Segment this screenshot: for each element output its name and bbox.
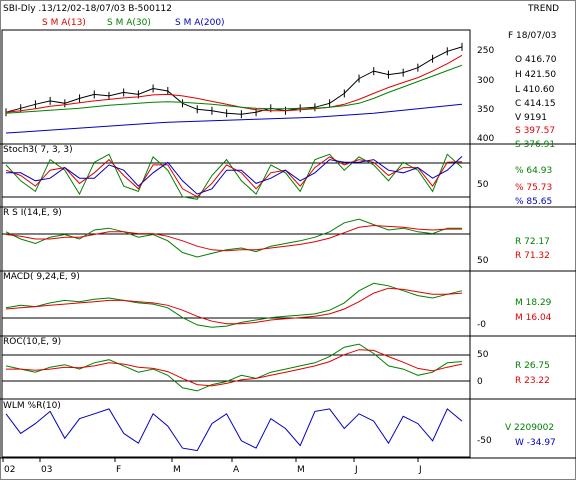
stoch-y-tick: 50 — [477, 180, 489, 190]
readout-volume: V 9191 — [515, 113, 547, 123]
wlm-value-2: W -34.97 — [515, 438, 556, 448]
outer-frame — [0, 0, 576, 480]
x-tick-label: M — [297, 465, 305, 475]
readout-close: C 414.15 — [515, 99, 556, 109]
macd-value-2: M 16.04 — [515, 313, 552, 323]
trend-label: TREND — [527, 4, 559, 14]
roc-y-tick: 0 — [477, 377, 483, 387]
rsi-value-1: R 72.17 — [515, 237, 550, 247]
stoch-title: Stoch3( 7, 3, 3) — [3, 145, 73, 155]
roc-y-tick: 50 — [477, 350, 489, 360]
x-tick-label: F — [116, 465, 121, 475]
readout-sma13: S 397.57 — [515, 126, 555, 136]
readout-open: O 416.70 — [515, 55, 557, 65]
legend-sma13: S M A(13) — [42, 18, 86, 28]
x-tick-label: 02 — [4, 465, 15, 475]
roc-title: ROC(10,E, 9) — [3, 337, 61, 347]
readout-low: L 410.60 — [515, 85, 555, 95]
legend-sma30: S M A(30) — [107, 18, 151, 28]
macd-title: MACD( 9,24,E, 9) — [3, 272, 80, 282]
x-tick-label: 03 — [41, 465, 52, 475]
price-y-tick: 300 — [477, 76, 494, 86]
stoch-value-1: % 64.93 — [515, 166, 552, 176]
wlm-value-1: V 2209002 — [505, 423, 554, 433]
stoch-value-3: % 85.65 — [515, 197, 552, 207]
roc-value-1: R 26.75 — [515, 361, 550, 371]
rsi-value-2: R 71.32 — [515, 251, 550, 261]
chart-canvas: SBI-Dly .13/12/02-18/07/03 B-500112 TREN… — [0, 0, 576, 480]
x-tick-label: M — [173, 465, 181, 475]
rsi-y-tick: 50 — [477, 256, 489, 266]
macd-value-1: M 18.29 — [515, 298, 552, 308]
chart-title: SBI-Dly .13/12/02-18/07/03 B-500112 — [3, 4, 172, 14]
x-tick-label: J — [418, 465, 422, 475]
price-y-tick: 400 — [477, 134, 494, 144]
wlm-title: WLM %R(10) — [3, 401, 61, 411]
roc-value-2: R 23.22 — [515, 376, 550, 386]
rsi-title: R S I(14,E, 9) — [3, 208, 62, 218]
x-tick-label: J — [354, 465, 358, 475]
readout-date: F 18/07/03 — [508, 31, 556, 41]
chart-window: SBI-Dly .13/12/02-18/07/03 B-500112 TREN… — [0, 0, 576, 480]
x-tick-label: A — [233, 465, 240, 475]
readout-sma30: S 376.91 — [515, 140, 555, 150]
price-y-tick: 350 — [477, 105, 494, 115]
price-y-tick: 250 — [477, 46, 494, 56]
macd-y-tick: -0 — [477, 320, 486, 330]
stoch-value-2: % 75.73 — [515, 183, 552, 193]
legend-sma200: S M A(200) — [175, 18, 225, 28]
readout-high: H 421.50 — [515, 70, 556, 80]
wlm-y-tick: -50 — [477, 436, 492, 446]
